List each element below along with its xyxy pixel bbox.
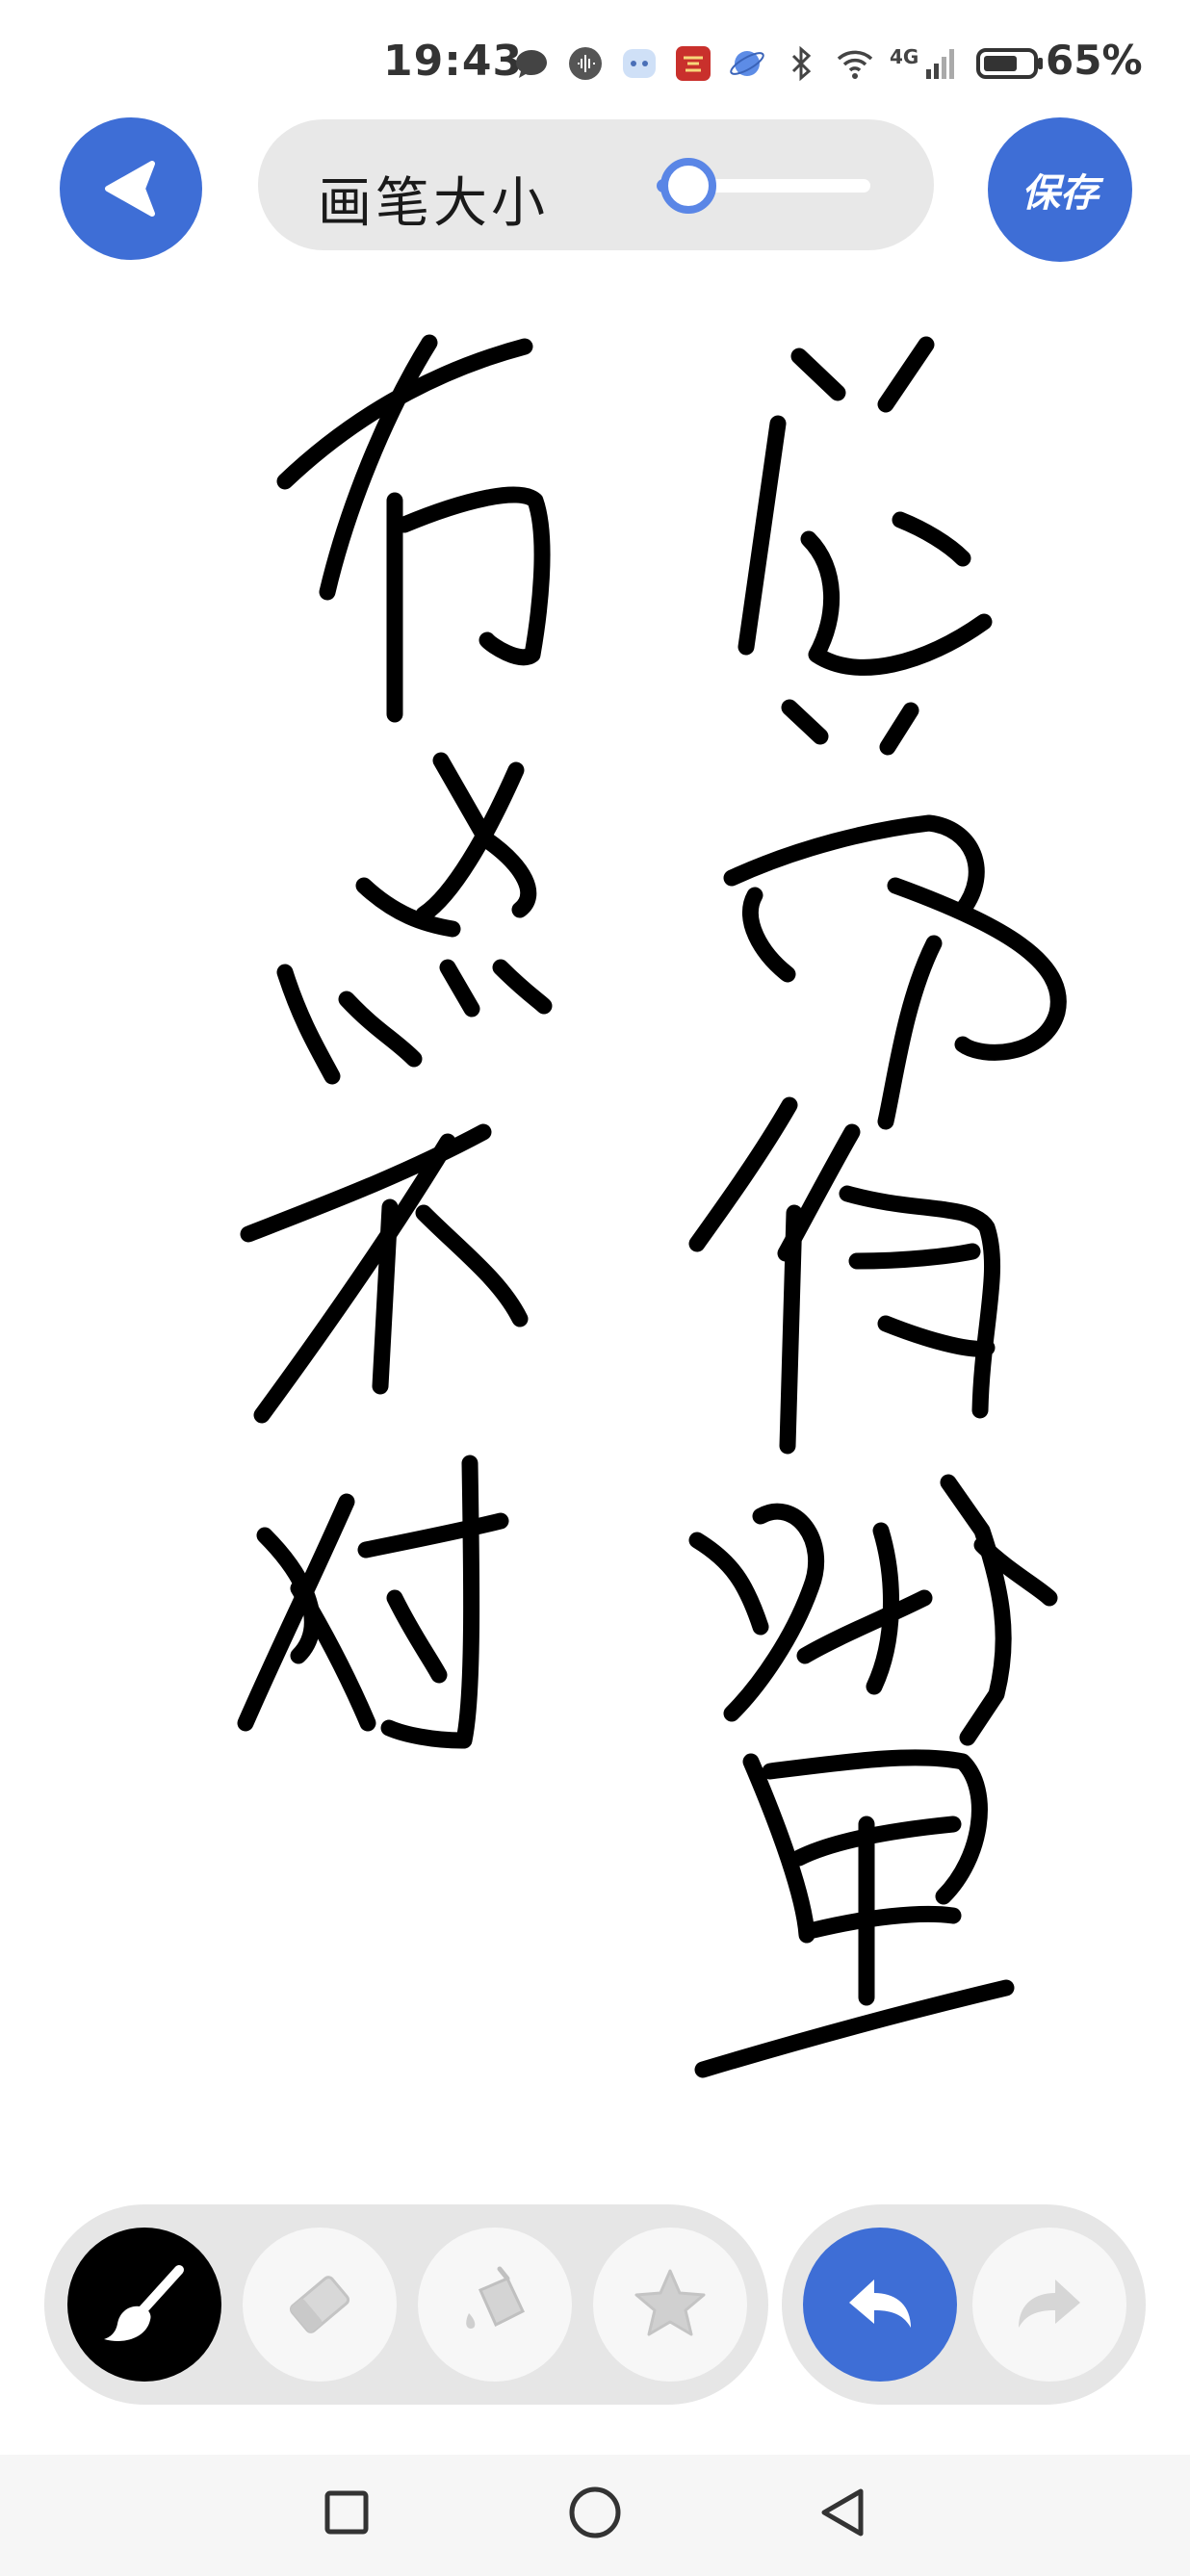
status-icons: 4G	[512, 40, 1046, 87]
drawing-canvas[interactable]	[0, 289, 1190, 2195]
status-time: 19:43	[383, 37, 524, 86]
brush-icon	[104, 2265, 184, 2341]
redo-button[interactable]	[972, 2228, 1126, 2382]
signal-icon	[926, 49, 955, 79]
brush-tool-button[interactable]	[67, 2228, 221, 2382]
recent-apps-button[interactable]	[308, 2474, 385, 2551]
system-nav-bar	[0, 2455, 1190, 2576]
app-mascot-icon	[623, 49, 656, 78]
voice-assistant-icon	[569, 47, 602, 80]
home-button[interactable]	[556, 2474, 634, 2551]
fill-tool-button[interactable]	[418, 2228, 572, 2382]
slider-thumb[interactable]	[660, 158, 716, 214]
square-icon	[324, 2490, 369, 2535]
network-type: 4G	[890, 45, 919, 68]
brush-size-control: 画笔大小	[258, 119, 934, 250]
planet-app-icon	[730, 51, 764, 76]
save-button[interactable]: 保存	[988, 117, 1132, 262]
eraser-icon	[289, 2276, 350, 2333]
sticker-tool-button[interactable]	[593, 2228, 747, 2382]
undo-button[interactable]	[803, 2228, 957, 2382]
triangle-back-icon	[821, 2488, 864, 2537]
battery-percent: 65%	[1046, 37, 1143, 84]
circle-icon	[569, 2486, 621, 2538]
paint-bucket-icon	[466, 2266, 525, 2329]
bluetooth-icon	[791, 45, 812, 82]
tool-palette	[44, 2204, 768, 2405]
status-bar: 19:43 4G 65%	[0, 0, 1190, 125]
brush-size-label: 画笔大小	[318, 172, 549, 235]
handwriting-strokes	[237, 334, 1067, 2078]
battery-icon	[976, 48, 1044, 79]
study-app-icon	[676, 46, 711, 81]
eraser-tool-button[interactable]	[243, 2228, 397, 2382]
star-icon	[634, 2269, 706, 2336]
back-nav-button[interactable]	[805, 2474, 882, 2551]
redo-icon	[1019, 2280, 1080, 2328]
wifi-icon	[837, 50, 873, 79]
back-arrow-icon	[105, 161, 155, 217]
back-button[interactable]	[60, 117, 202, 260]
message-icon	[516, 50, 547, 78]
history-controls	[782, 2204, 1146, 2405]
undo-icon	[849, 2280, 911, 2328]
